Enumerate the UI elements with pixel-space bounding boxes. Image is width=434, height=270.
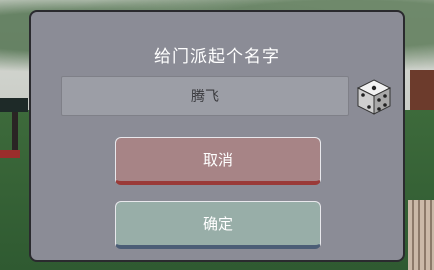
background-flag bbox=[0, 150, 20, 158]
background-sign bbox=[410, 70, 434, 110]
sect-name-input[interactable]: 腾飞 bbox=[61, 76, 349, 116]
background-fence bbox=[408, 200, 434, 270]
name-sect-dialog: 给门派起个名字 腾飞 取消 确定 bbox=[29, 10, 405, 262]
dialog-title: 给门派起个名字 bbox=[154, 47, 280, 67]
confirm-button[interactable]: 确定 bbox=[115, 201, 321, 249]
cancel-button[interactable]: 取消 bbox=[115, 137, 321, 185]
background-roof bbox=[0, 98, 28, 112]
dice-icon[interactable] bbox=[355, 78, 393, 116]
